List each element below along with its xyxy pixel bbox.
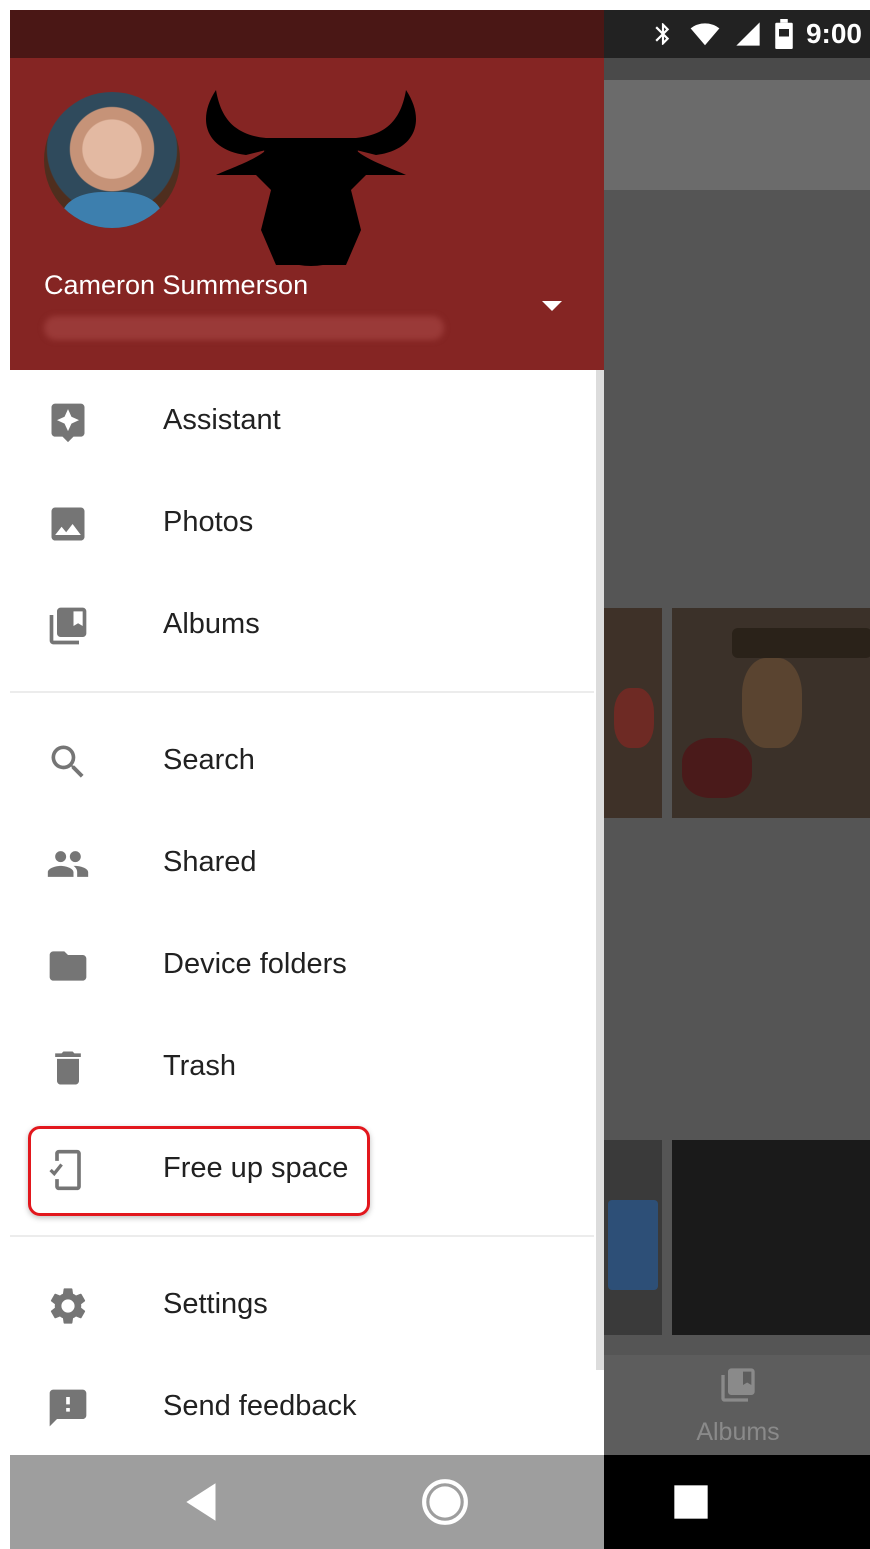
background-photo-thumbnail [604, 608, 662, 818]
photo-icon [51, 507, 85, 541]
background-albums-icon [721, 1368, 755, 1402]
status-icons: 9:00 [650, 10, 862, 58]
account-header: Cameron Summerson [10, 58, 604, 370]
menu-item-albums[interactable]: Albums [10, 574, 594, 674]
back-icon[interactable] [178, 1477, 228, 1527]
background-albums-label: Albums [696, 1418, 780, 1446]
background-photo-thumbnail [672, 608, 870, 818]
chevron-down-icon[interactable] [540, 294, 564, 318]
menu-label: Device folders [163, 948, 347, 980]
wifi-icon [690, 23, 720, 46]
people-icon [47, 851, 89, 877]
account-email-redacted [44, 316, 444, 340]
menu-item-shared[interactable]: Shared [10, 812, 594, 912]
menu-item-trash[interactable]: Trash [10, 1016, 594, 1116]
menu-label: Search [163, 744, 255, 776]
background-photo-thumbnail [604, 1140, 662, 1335]
scrollbar[interactable] [596, 370, 604, 1370]
menu-item-device-folders[interactable]: Device folders [10, 914, 594, 1014]
status-bar: 9:00 [10, 10, 870, 58]
signal-icon [736, 22, 760, 46]
menu-item-assistant[interactable]: Assistant [10, 370, 594, 470]
status-time: 9:00 [805, 18, 862, 49]
menu-item-search[interactable]: Search [10, 710, 594, 810]
search-icon [51, 745, 84, 778]
nav-bar-tint [10, 1455, 604, 1549]
phone-screen: Albums 9:00 Cameron Summerson Assistant … [10, 10, 870, 1549]
gear-icon [50, 1288, 86, 1324]
menu-label: Trash [163, 1050, 237, 1082]
menu-label: Albums [163, 608, 260, 640]
menu-item-photos[interactable]: Photos [10, 472, 594, 572]
albums-icon [49, 607, 87, 645]
home-icon[interactable] [420, 1477, 470, 1527]
background-photo-thumbnail [672, 1140, 870, 1335]
battery-icon [775, 19, 793, 49]
menu-label: Settings [163, 1288, 268, 1320]
menu-label: Assistant [163, 404, 281, 436]
account-name: Cameron Summerson [44, 270, 309, 300]
menu-label: Send feedback [163, 1390, 357, 1422]
menu-label: Photos [163, 506, 254, 538]
menu-item-settings[interactable]: Settings [10, 1254, 594, 1354]
bluetooth-icon [655, 23, 670, 45]
bull-logo-icon [206, 90, 416, 266]
background-search-bar [604, 80, 870, 192]
assistant-icon [51, 403, 85, 443]
feedback-icon [49, 1389, 87, 1427]
menu-item-send-feedback[interactable]: Send feedback [10, 1356, 594, 1455]
menu-label: Shared [163, 846, 257, 878]
divider [10, 691, 594, 693]
highlight-annotation [28, 1126, 370, 1216]
trash-icon [55, 1051, 81, 1085]
status-bar-tint [10, 10, 604, 58]
avatar[interactable] [44, 92, 180, 228]
divider [10, 1235, 594, 1237]
navigation-drawer: Cameron Summerson Assistant Photos Album… [10, 58, 604, 1455]
recents-icon[interactable] [666, 1477, 716, 1527]
system-nav-bar [10, 1455, 870, 1549]
folder-icon [49, 951, 87, 981]
